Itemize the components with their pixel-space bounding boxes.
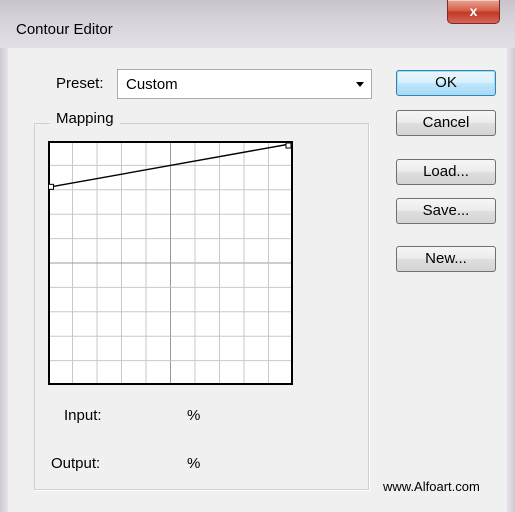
- input-label: Input:: [64, 407, 102, 424]
- curve-point-start[interactable]: [48, 183, 54, 190]
- ok-button[interactable]: OK: [396, 70, 496, 96]
- output-unit: %: [187, 455, 201, 472]
- input-unit: %: [187, 407, 201, 424]
- watermark: www.Alfoart.com: [383, 479, 480, 494]
- window-frame-right: [507, 48, 515, 512]
- output-label: Output:: [51, 455, 101, 472]
- window-title: Contour Editor: [16, 21, 113, 38]
- window-frame-left: [0, 48, 8, 512]
- contour-graph[interactable]: [48, 141, 293, 385]
- dropdown-arrow-icon: [356, 82, 364, 87]
- curve-point-end[interactable]: [285, 142, 292, 149]
- new-button[interactable]: New...: [396, 246, 496, 272]
- preset-value: Custom: [126, 76, 178, 93]
- load-button[interactable]: Load...: [396, 159, 496, 185]
- preset-dropdown[interactable]: Custom: [117, 69, 372, 99]
- close-button[interactable]: x: [447, 0, 500, 24]
- preset-label: Preset:: [56, 75, 104, 92]
- save-button[interactable]: Save...: [396, 198, 496, 224]
- title-bar: Contour Editor x: [0, 0, 515, 49]
- mapping-group-title: Mapping: [50, 110, 120, 127]
- cancel-button[interactable]: Cancel: [396, 110, 496, 136]
